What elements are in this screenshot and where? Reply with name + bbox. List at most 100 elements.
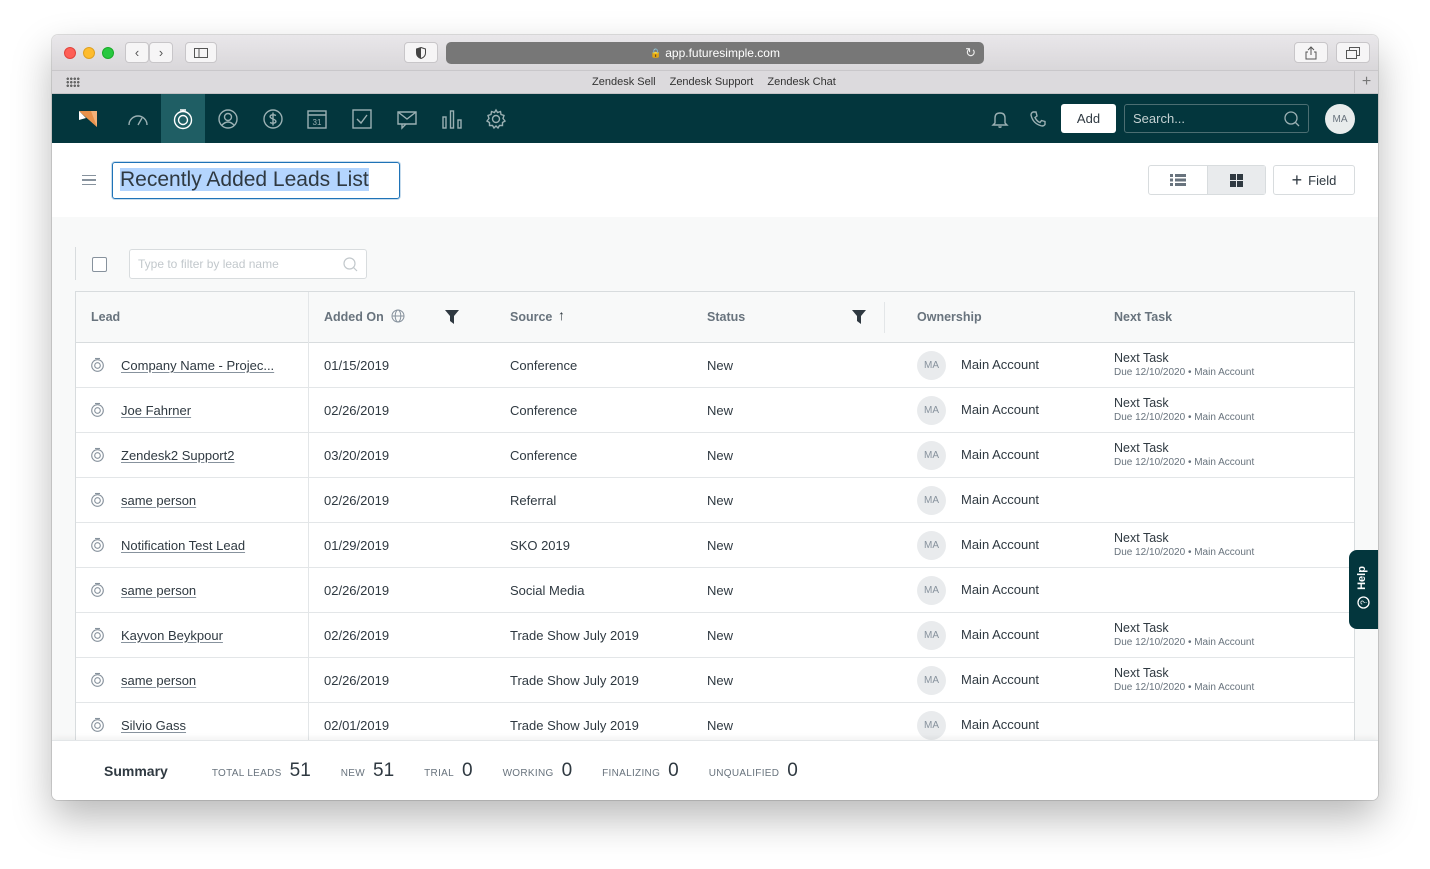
lead-name-link[interactable]: Zendesk2 Support2 bbox=[121, 448, 234, 463]
logo-home-button[interactable] bbox=[66, 94, 110, 143]
help-button[interactable]: Help ? bbox=[1349, 550, 1378, 629]
lead-name-link[interactable]: same person bbox=[121, 493, 196, 508]
stat-unqualified[interactable]: UNQUALIFIED 0 bbox=[709, 760, 798, 782]
status-cell: New bbox=[707, 628, 734, 643]
header-status[interactable]: Status bbox=[707, 310, 745, 324]
source-cell: Trade Show July 2019 bbox=[510, 628, 639, 643]
nav-communication[interactable] bbox=[385, 94, 429, 143]
lead-name-link[interactable]: Notification Test Lead bbox=[121, 538, 245, 553]
zoom-window-button[interactable] bbox=[102, 47, 114, 59]
reload-icon[interactable]: ↻ bbox=[965, 45, 976, 61]
hamburger-menu-icon[interactable] bbox=[82, 175, 96, 185]
app-navbar: 31 Add Search... MA bbox=[52, 94, 1378, 143]
source-cell: Social Media bbox=[510, 583, 585, 598]
new-tab-button[interactable]: + bbox=[1354, 71, 1378, 94]
stat-trial[interactable]: TRIAL 0 bbox=[424, 760, 472, 782]
nav-dashboard[interactable] bbox=[116, 94, 160, 143]
added-on-cell: 01/15/2019 bbox=[324, 358, 390, 373]
next-task-title[interactable]: Next Task bbox=[1114, 351, 1169, 365]
nav-reports[interactable] bbox=[430, 94, 474, 143]
privacy-report-button[interactable] bbox=[404, 42, 438, 63]
status-cell: New bbox=[707, 583, 734, 598]
table-row[interactable]: same person 02/26/2019 Referral New MA Main A… bbox=[76, 478, 1354, 523]
owner-cell: Main Account bbox=[961, 537, 1040, 552]
stat-finalizing[interactable]: FINALIZING 0 bbox=[602, 760, 679, 782]
next-task-title[interactable]: Next Task bbox=[1114, 441, 1169, 455]
bell-icon bbox=[991, 111, 1009, 128]
select-all-checkbox[interactable] bbox=[92, 257, 107, 272]
stat-total-leads[interactable]: TOTAL LEADS 51 bbox=[212, 760, 311, 782]
nav-deals[interactable] bbox=[251, 94, 295, 143]
bookmark-zendesk-support[interactable]: Zendesk Support bbox=[670, 76, 754, 88]
table-row[interactable]: same person 02/26/2019 Trade Show July 201… bbox=[76, 658, 1354, 703]
reports-icon bbox=[442, 109, 462, 129]
address-bar[interactable]: 🔒 app.futuresimple.com ↻ bbox=[446, 42, 984, 64]
forward-button[interactable]: › bbox=[149, 42, 173, 63]
nav-leads[interactable] bbox=[161, 94, 205, 143]
lead-icon bbox=[90, 582, 105, 600]
grid-view-icon bbox=[1229, 173, 1243, 187]
table-row[interactable]: same person 02/26/2019 Social Media New MA Ma… bbox=[76, 568, 1354, 613]
close-window-button[interactable] bbox=[64, 47, 76, 59]
add-field-button[interactable]: + Field bbox=[1273, 165, 1355, 195]
lead-name-link[interactable]: Kayvon Beykpour bbox=[121, 628, 223, 643]
header-source[interactable]: Source bbox=[510, 310, 552, 324]
filter-funnel-icon[interactable] bbox=[445, 310, 459, 324]
minimize-window-button[interactable] bbox=[83, 47, 95, 59]
stat-new[interactable]: NEW 51 bbox=[341, 760, 394, 782]
tabs-overview-button[interactable] bbox=[1336, 42, 1370, 63]
source-cell: SKO 2019 bbox=[510, 538, 570, 553]
globe-icon bbox=[391, 309, 405, 323]
share-button[interactable] bbox=[1294, 42, 1328, 63]
table-row[interactable]: Kayvon Beykpour 02/26/2019 Trade Show July… bbox=[76, 613, 1354, 658]
table-row[interactable]: Zendesk2 Support2 03/20/2019 Conference New… bbox=[76, 433, 1354, 478]
lead-name-filter-input[interactable]: Type to filter by lead name bbox=[129, 249, 367, 279]
phone-button[interactable] bbox=[1016, 94, 1060, 143]
filter-funnel-icon[interactable] bbox=[852, 310, 866, 324]
lead-name-link[interactable]: same person bbox=[121, 673, 196, 688]
add-field-label: Field bbox=[1308, 172, 1337, 188]
header-ownership[interactable]: Ownership bbox=[917, 310, 982, 324]
nav-tasks[interactable] bbox=[340, 94, 384, 143]
next-task-title[interactable]: Next Task bbox=[1114, 666, 1169, 680]
bookmark-zendesk-sell[interactable]: Zendesk Sell bbox=[592, 76, 656, 88]
plus-icon: + bbox=[1361, 73, 1372, 90]
nav-calendar[interactable]: 31 bbox=[295, 94, 339, 143]
list-view-button[interactable] bbox=[1149, 166, 1207, 194]
header-added-on[interactable]: Added On bbox=[324, 310, 384, 324]
lead-name-link[interactable]: Joe Fahrner bbox=[121, 403, 191, 418]
table-row[interactable]: Company Name - Projec... 01/15/2019 Confer… bbox=[76, 343, 1354, 388]
list-title-input[interactable]: Recently Added Leads List bbox=[112, 162, 400, 199]
grid-view-button[interactable] bbox=[1206, 166, 1265, 194]
sidebar-toggle-button[interactable] bbox=[185, 42, 217, 63]
nav-contacts[interactable] bbox=[206, 94, 250, 143]
bookmark-zendesk-chat[interactable]: Zendesk Chat bbox=[767, 76, 835, 88]
owner-cell: Main Account bbox=[961, 492, 1040, 507]
table-row[interactable]: Silvio Gass 02/01/2019 Trade Show July 201… bbox=[76, 703, 1354, 740]
owner-avatar: MA bbox=[917, 621, 946, 650]
add-button[interactable]: Add bbox=[1061, 104, 1116, 133]
apps-grid-icon[interactable] bbox=[66, 77, 80, 87]
source-cell: Trade Show July 2019 bbox=[510, 673, 639, 688]
header-next-task[interactable]: Next Task bbox=[1114, 310, 1172, 324]
nav-settings[interactable] bbox=[474, 94, 518, 143]
lead-name-link[interactable]: Silvio Gass bbox=[121, 718, 186, 733]
phone-icon bbox=[1030, 110, 1046, 127]
bookmarks-bar: Zendesk Sell Zendesk Support Zendesk Cha… bbox=[52, 71, 1378, 94]
next-task-title[interactable]: Next Task bbox=[1114, 621, 1169, 635]
url-text: app.futuresimple.com bbox=[665, 46, 780, 60]
user-avatar[interactable]: MA bbox=[1325, 104, 1355, 134]
next-task-title[interactable]: Next Task bbox=[1114, 531, 1169, 545]
svg-text:31: 31 bbox=[313, 118, 322, 127]
table-row[interactable]: Joe Fahrner 02/26/2019 Conference New MA Main… bbox=[76, 388, 1354, 433]
lead-name-link[interactable]: Company Name - Projec... bbox=[121, 358, 274, 373]
header-lead[interactable]: Lead bbox=[91, 310, 120, 324]
table-row[interactable]: Notification Test Lead 01/29/2019 SKO 2019… bbox=[76, 523, 1354, 568]
browser-titlebar: ‹ › 🔒 app.futuresimple.com ↻ bbox=[52, 35, 1378, 71]
stat-working[interactable]: WORKING 0 bbox=[503, 760, 573, 782]
back-button[interactable]: ‹ bbox=[125, 42, 149, 63]
lead-name-link[interactable]: same person bbox=[121, 583, 196, 598]
next-task-title[interactable]: Next Task bbox=[1114, 396, 1169, 410]
global-search-input[interactable]: Search... bbox=[1124, 104, 1309, 133]
sort-ascending-icon[interactable]: ↑ bbox=[558, 307, 565, 323]
